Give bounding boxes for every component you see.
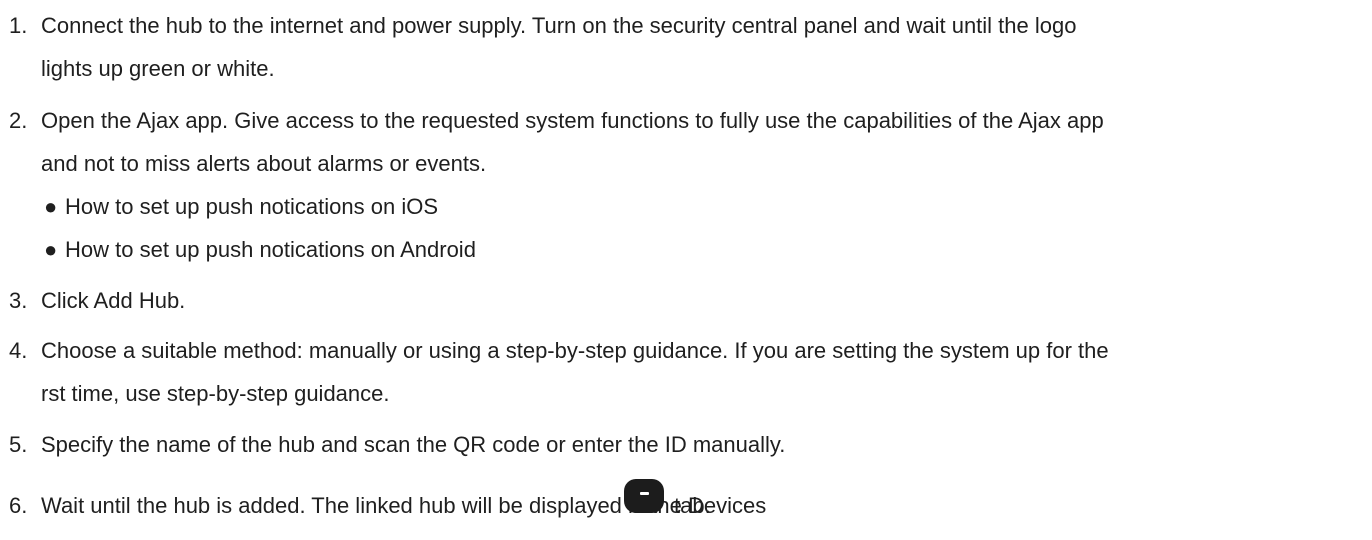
- step-6-tab-word: tab.: [674, 493, 711, 518]
- bullet-icon: ●: [44, 194, 58, 219]
- step-text: rst time, use step-by-step guidance.: [41, 381, 390, 406]
- step-text: Choose a suitable method: manually or us…: [41, 338, 1109, 363]
- step-text: Wait until the hub is added. The linked …: [41, 479, 766, 520]
- step-number: 5.: [9, 432, 28, 457]
- step-number: 4.: [9, 338, 28, 363]
- devices-tab-icon: [624, 479, 664, 513]
- step-number: 6.: [9, 493, 28, 518]
- instructions-document: 1. Connect the hub to the internet and p…: [0, 0, 1372, 540]
- step-text: Click Add Hub.: [41, 288, 186, 313]
- step-text: and not to miss alerts about alarms or e…: [41, 151, 487, 176]
- step-number: 1.: [9, 13, 28, 38]
- step-text: Open the Ajax app. Give access to the re…: [41, 108, 1104, 133]
- bullet-icon: ●: [44, 237, 58, 262]
- step-text: Connect the hub to the internet and powe…: [41, 13, 1077, 38]
- step-text: lights up green or white.: [41, 56, 275, 81]
- step-number: 2.: [9, 108, 28, 133]
- android-push-link[interactable]: How to set up push notications on Androi…: [65, 236, 476, 264]
- step-number: 3.: [9, 288, 28, 313]
- step-text: Specify the name of the hub and scan the…: [41, 432, 786, 457]
- ios-push-link[interactable]: How to set up push notications on iOS: [65, 193, 438, 221]
